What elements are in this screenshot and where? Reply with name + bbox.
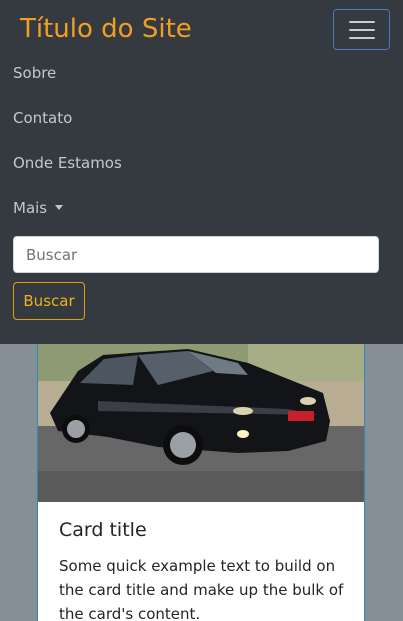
site-brand[interactable]: Título do Site [20, 12, 192, 46]
nav-link-contato[interactable]: Contato [13, 108, 72, 128]
dropdown-label: Mais [13, 199, 48, 217]
search-button[interactable]: Buscar [13, 282, 85, 320]
nav-link-onde-estamos[interactable]: Onde Estamos [13, 153, 122, 173]
card-image [38, 341, 364, 502]
navbar-toggler-button[interactable] [333, 9, 390, 50]
card: Card title Some quick example text to bu… [37, 340, 365, 621]
hamburger-icon-bar [349, 37, 375, 39]
card-text: Some quick example text to build on the … [59, 556, 344, 621]
hamburger-icon-bar [349, 21, 375, 23]
card-title: Card title [59, 519, 147, 541]
page: Card title Some quick example text to bu… [0, 0, 403, 621]
hamburger-icon-bar [349, 29, 375, 31]
caret-down-icon [55, 205, 64, 210]
card-body: Card title Some quick example text to bu… [59, 519, 349, 621]
search-input[interactable] [13, 236, 379, 273]
nav-link-sobre[interactable]: Sobre [13, 63, 56, 83]
nav-dropdown-mais[interactable]: Mais [13, 198, 64, 218]
navbar: Título do Site Sobre Contato Onde Estamo… [0, 0, 403, 344]
car-photo [38, 341, 364, 502]
